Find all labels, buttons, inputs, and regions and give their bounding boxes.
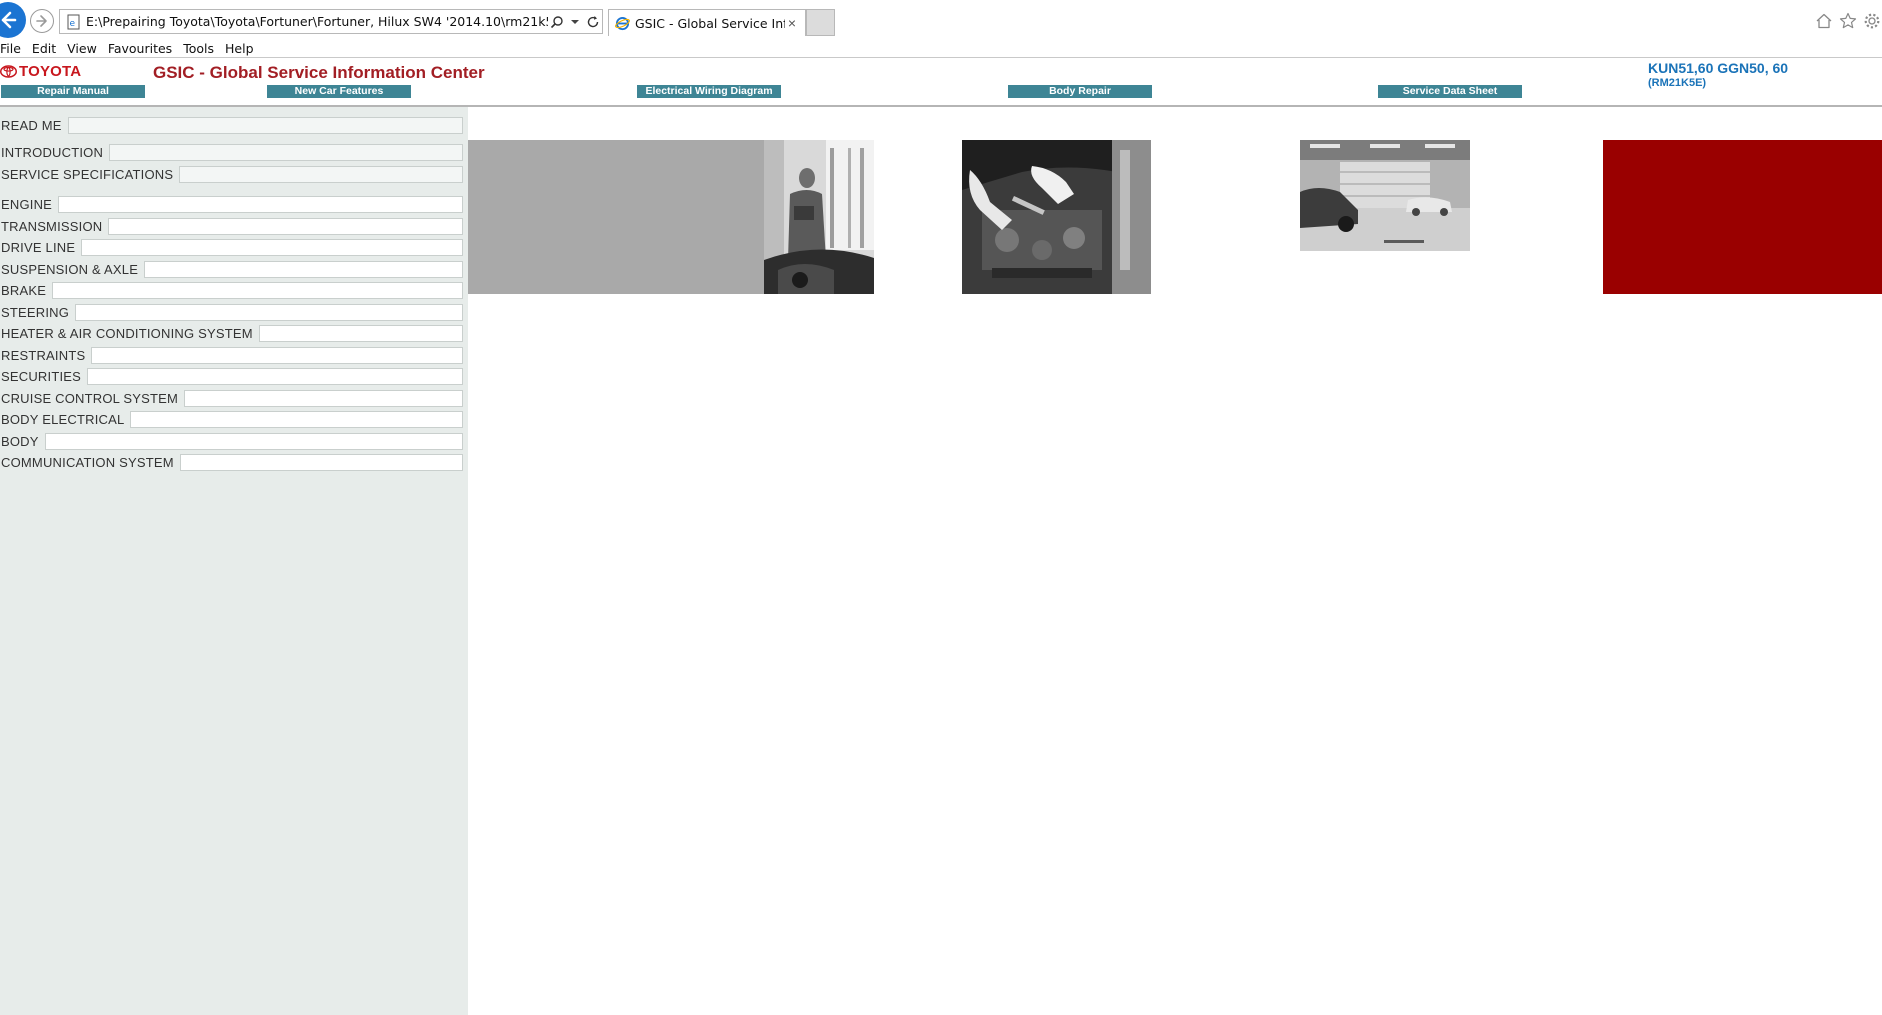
- brand-name: TOYOTA: [19, 63, 82, 80]
- back-button[interactable]: [0, 2, 26, 38]
- search-icon[interactable]: [548, 12, 566, 32]
- nav-new-car-features[interactable]: New Car Features: [267, 85, 411, 98]
- browser-chrome: e E:\Prepairing Toyota\Toyota\Fortuner\F…: [0, 0, 1882, 58]
- sidebar-item-introduction[interactable]: INTRODUCTION: [0, 144, 463, 161]
- gear-icon[interactable]: [1862, 11, 1882, 31]
- arrow-right-icon: [36, 15, 47, 27]
- sidebar-item-label: BRAKE: [0, 282, 53, 299]
- sidebar-item-body-electrical[interactable]: BODY ELECTRICAL: [0, 411, 463, 428]
- banner-gray-block: [468, 140, 764, 294]
- sidebar-item-label: ENGINE: [0, 196, 59, 213]
- sidebar-item-read-me[interactable]: READ ME: [0, 117, 463, 134]
- sidebar-item-transmission[interactable]: TRANSMISSION: [0, 218, 463, 235]
- nav-repair-manual[interactable]: Repair Manual: [1, 85, 145, 98]
- tab-gsic[interactable]: GSIC - Global Service Infor... ×: [608, 9, 806, 36]
- sidebar-item-steering[interactable]: STEERING: [0, 304, 463, 321]
- close-icon[interactable]: ×: [785, 16, 799, 30]
- sidebar-item-label: BODY ELECTRICAL: [0, 411, 131, 428]
- sidebar-item-label: TRANSMISSION: [0, 218, 109, 235]
- star-icon[interactable]: [1838, 11, 1858, 31]
- model-name: KUN51,60 GGN50, 60: [1648, 60, 1789, 76]
- arrow-left-icon: [1, 11, 17, 29]
- refresh-icon[interactable]: [584, 12, 602, 32]
- sidebar-item-engine[interactable]: ENGINE: [0, 196, 463, 213]
- menu-file[interactable]: File: [0, 41, 32, 56]
- sidebar-item-securities[interactable]: SECURITIES: [0, 368, 463, 385]
- sidebar-item-label: STEERING: [0, 304, 76, 321]
- sidebar-item-heater-air-conditioning[interactable]: HEATER & AIR CONDITIONING SYSTEM: [0, 325, 463, 342]
- sidebar-item-body[interactable]: BODY: [0, 433, 463, 450]
- forward-button[interactable]: [30, 9, 54, 33]
- dropdown-arrow-icon[interactable]: [566, 12, 584, 32]
- sidebar-item-communication-system[interactable]: COMMUNICATION SYSTEM: [0, 454, 463, 471]
- nav-body-repair[interactable]: Body Repair: [1008, 85, 1152, 98]
- page-title: GSIC - Global Service Information Center: [153, 63, 485, 82]
- sidebar-item-label: SECURITIES: [0, 368, 88, 385]
- sidebar-item-label: HEATER & AIR CONDITIONING SYSTEM: [0, 325, 259, 342]
- address-bar[interactable]: e E:\Prepairing Toyota\Toyota\Fortuner\F…: [59, 9, 603, 34]
- model-info: KUN51,60 GGN50, 60 (RM21K5E): [1648, 61, 1848, 89]
- address-text[interactable]: E:\Prepairing Toyota\Toyota\Fortuner\For…: [86, 14, 548, 29]
- sidebar: READ ME INTRODUCTION SERVICE SPECIFICATI…: [0, 107, 468, 1015]
- menu-help[interactable]: Help: [225, 41, 265, 56]
- ie-tab-icon: [615, 16, 630, 30]
- sidebar-item-drive-line[interactable]: DRIVE LINE: [0, 239, 463, 256]
- sidebar-item-label: DRIVE LINE: [0, 239, 82, 256]
- menu-edit[interactable]: Edit: [32, 41, 67, 56]
- svg-text:e: e: [70, 19, 76, 29]
- sidebar-item-cruise-control[interactable]: CRUISE CONTROL SYSTEM: [0, 390, 463, 407]
- sidebar-item-suspension-axle[interactable]: SUSPENSION & AXLE: [0, 261, 463, 278]
- sidebar-item-label: CRUISE CONTROL SYSTEM: [0, 390, 185, 407]
- menu-favourites[interactable]: Favourites: [108, 41, 183, 56]
- banner-red-block: [1603, 140, 1882, 294]
- browser-tools: [1814, 10, 1882, 32]
- main-content: [468, 107, 1882, 1015]
- sidebar-item-label: SUSPENSION & AXLE: [0, 261, 145, 278]
- sidebar-item-label: RESTRAINTS: [0, 347, 92, 364]
- ie-page-icon: e: [67, 14, 80, 29]
- sidebar-item-brake[interactable]: BRAKE: [0, 282, 463, 299]
- photo-technician: [764, 140, 874, 294]
- sidebar-item-label: SERVICE SPECIFICATIONS: [0, 166, 180, 183]
- nav-service-data-sheet[interactable]: Service Data Sheet: [1378, 85, 1522, 98]
- photo-engine-repair: [962, 140, 1151, 294]
- page-header: TOYOTA GSIC - Global Service Information…: [0, 59, 1882, 106]
- toyota-logo[interactable]: TOYOTA: [0, 63, 81, 80]
- new-tab-button[interactable]: [806, 9, 835, 36]
- sidebar-item-label: INTRODUCTION: [0, 144, 110, 161]
- menu-tools[interactable]: Tools: [183, 41, 225, 56]
- sidebar-item-service-specifications[interactable]: SERVICE SPECIFICATIONS: [0, 166, 463, 183]
- home-icon[interactable]: [1814, 11, 1834, 31]
- sidebar-item-label: READ ME: [0, 117, 68, 134]
- menu-view[interactable]: View: [67, 41, 108, 56]
- sidebar-item-restraints[interactable]: RESTRAINTS: [0, 347, 463, 364]
- photo-workshop: [1300, 140, 1470, 251]
- tab-title: GSIC - Global Service Infor...: [635, 15, 785, 31]
- sidebar-item-label: BODY: [0, 433, 45, 450]
- menu-bar: File Edit View Favourites Tools Help: [0, 38, 265, 58]
- nav-electrical-wiring-diagram[interactable]: Electrical Wiring Diagram: [637, 85, 781, 98]
- toyota-emblem-icon: [0, 65, 17, 78]
- model-code: (RM21K5E): [1648, 77, 1707, 89]
- sidebar-item-label: COMMUNICATION SYSTEM: [0, 454, 180, 471]
